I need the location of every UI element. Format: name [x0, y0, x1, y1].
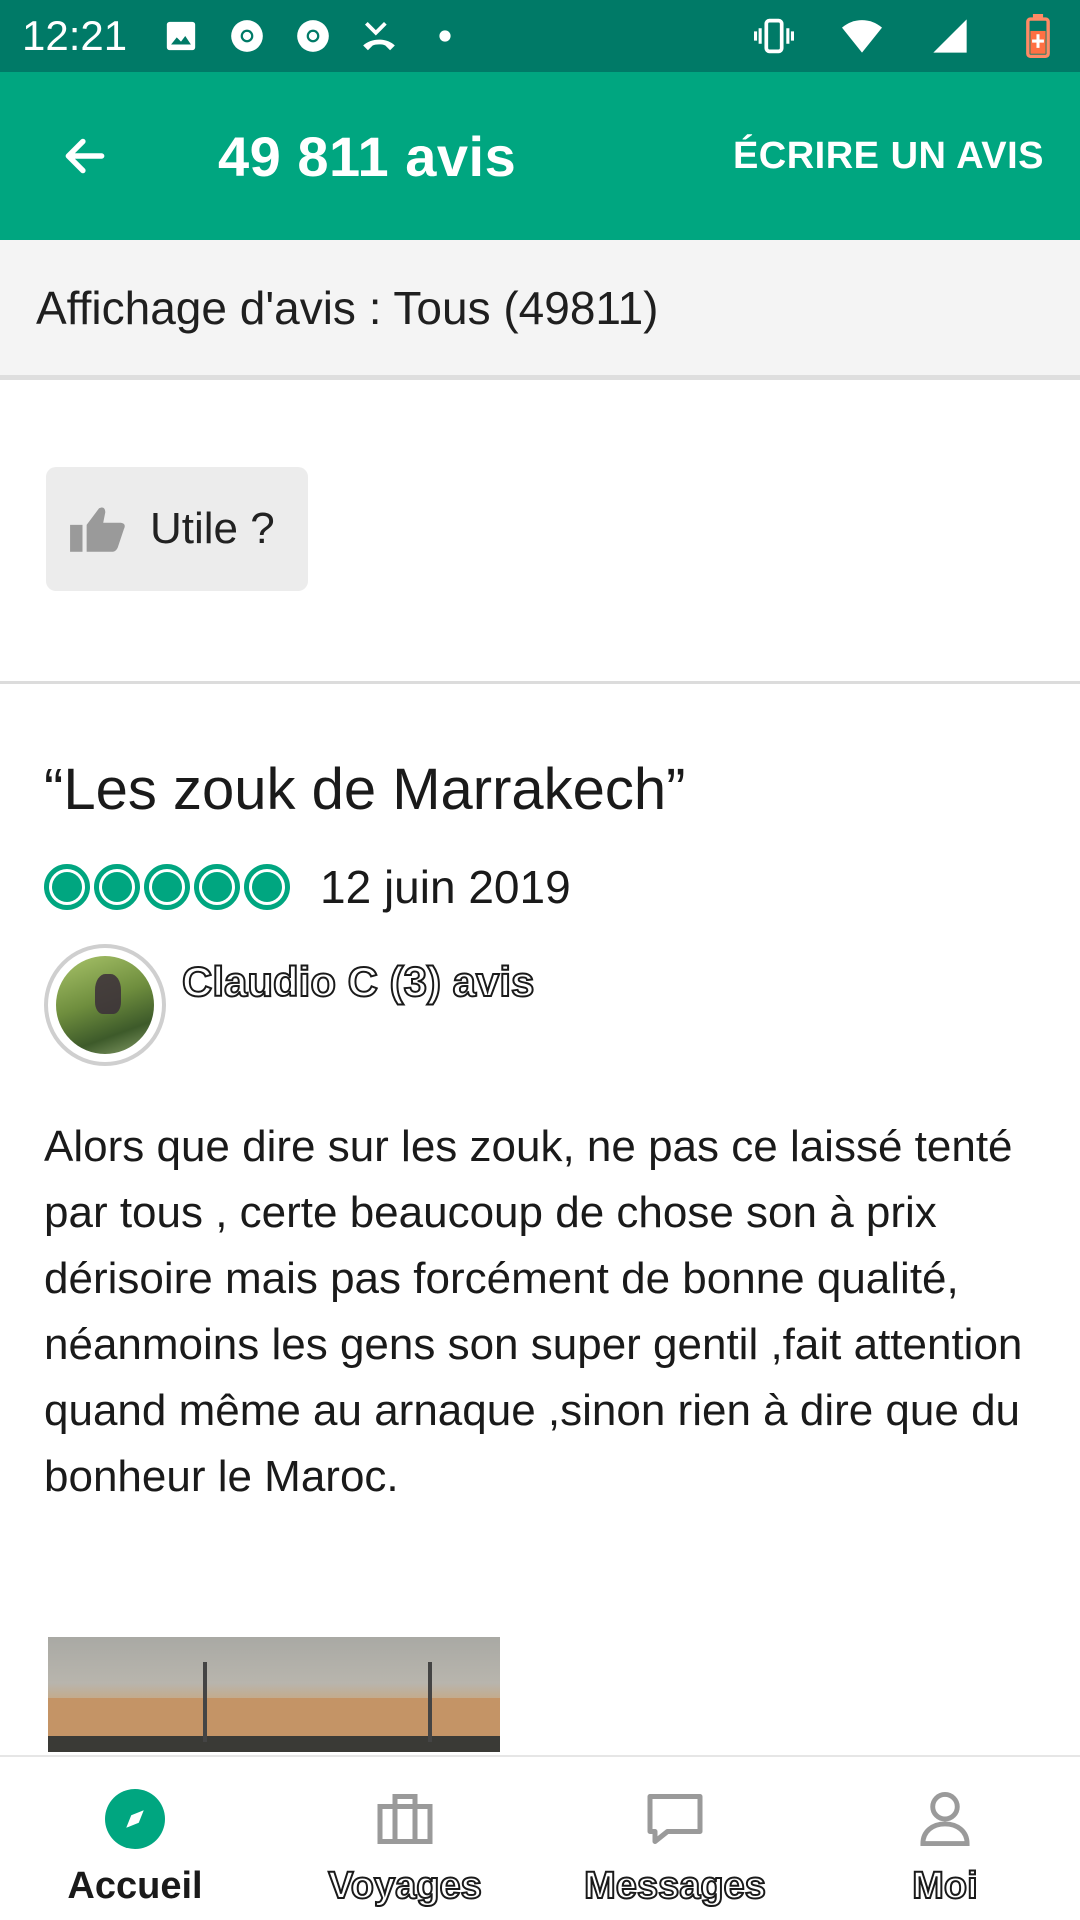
helpful-label: Utile ? — [150, 504, 275, 553]
author-name[interactable]: Claudio C (3) avis — [181, 957, 535, 1006]
vibrate-icon — [754, 16, 794, 56]
image-icon — [161, 16, 201, 56]
message-icon — [643, 1787, 707, 1851]
nav-label: Voyages — [327, 1864, 482, 1908]
review-filter-label: Affichage d'avis : Tous (49811) — [36, 281, 659, 334]
write-review-button[interactable]: ÉCRIRE UN AVIS — [733, 135, 1044, 178]
helpful-button[interactable]: Utile ? — [46, 467, 308, 591]
rating-bubble-fill — [252, 872, 282, 902]
battery-icon — [1018, 14, 1058, 58]
photo-wall — [48, 1698, 500, 1738]
rating-bubble — [244, 864, 290, 910]
nav-item-moi[interactable]: Moi — [810, 1757, 1080, 1920]
rating-bubble — [194, 864, 240, 910]
rating-bubble — [144, 864, 190, 910]
photo-pole — [203, 1662, 207, 1742]
rating-bubble — [44, 864, 90, 910]
photo-pole — [428, 1662, 432, 1742]
bottom-nav: Accueil Voyages Messages Moi — [0, 1755, 1080, 1920]
compass-icon — [103, 1787, 167, 1851]
chrome-icon — [227, 16, 267, 56]
author-row: Claudio C (3) avis — [44, 944, 535, 1066]
nav-item-voyages[interactable]: Voyages — [270, 1757, 540, 1920]
briefcase-icon — [373, 1787, 437, 1851]
review-photo[interactable] — [48, 1637, 500, 1752]
missed-call-icon — [359, 16, 399, 56]
person-icon — [913, 1787, 977, 1851]
chrome-icon — [293, 16, 333, 56]
rating-bubble-fill — [102, 872, 132, 902]
arrow-left-icon — [65, 138, 105, 174]
signal-icon — [930, 16, 970, 56]
thumbs-up-icon — [70, 507, 125, 552]
avatar[interactable] — [44, 944, 166, 1066]
app-bar: 49 811 avis ÉCRIRE UN AVIS — [0, 72, 1080, 240]
rating-bubble-fill — [152, 872, 182, 902]
nav-label: Accueil — [67, 1865, 203, 1907]
photo-crowd — [48, 1736, 500, 1752]
status-time: 12:21 — [22, 12, 128, 59]
nav-item-accueil[interactable]: Accueil — [0, 1757, 270, 1920]
status-bar: 12:21 — [0, 0, 1080, 72]
review-filter-bar[interactable]: Affichage d'avis : Tous (49811) — [0, 240, 1080, 380]
wifi-icon — [842, 16, 882, 56]
dot-icon — [425, 16, 465, 56]
rating-bubble-fill — [52, 872, 82, 902]
rating-bubble — [94, 864, 140, 910]
nav-label: Messages — [583, 1864, 767, 1908]
rating-bubble-fill — [202, 872, 232, 902]
rating-row: 12 juin 2019 — [44, 860, 571, 914]
back-button[interactable] — [40, 111, 130, 201]
review-title: “Les zouk de Marrakech” — [44, 757, 686, 822]
review-body: Alors que dire sur les zouk, ne pas ce l… — [44, 1122, 1023, 1501]
review-date: 12 juin 2019 — [320, 861, 571, 913]
avatar-photo — [56, 956, 154, 1054]
rating-bubbles — [44, 864, 290, 910]
nav-label: Moi — [911, 1864, 978, 1908]
page-title: 49 811 avis — [218, 124, 517, 188]
divider — [0, 681, 1080, 684]
nav-item-messages[interactable]: Messages — [540, 1757, 810, 1920]
